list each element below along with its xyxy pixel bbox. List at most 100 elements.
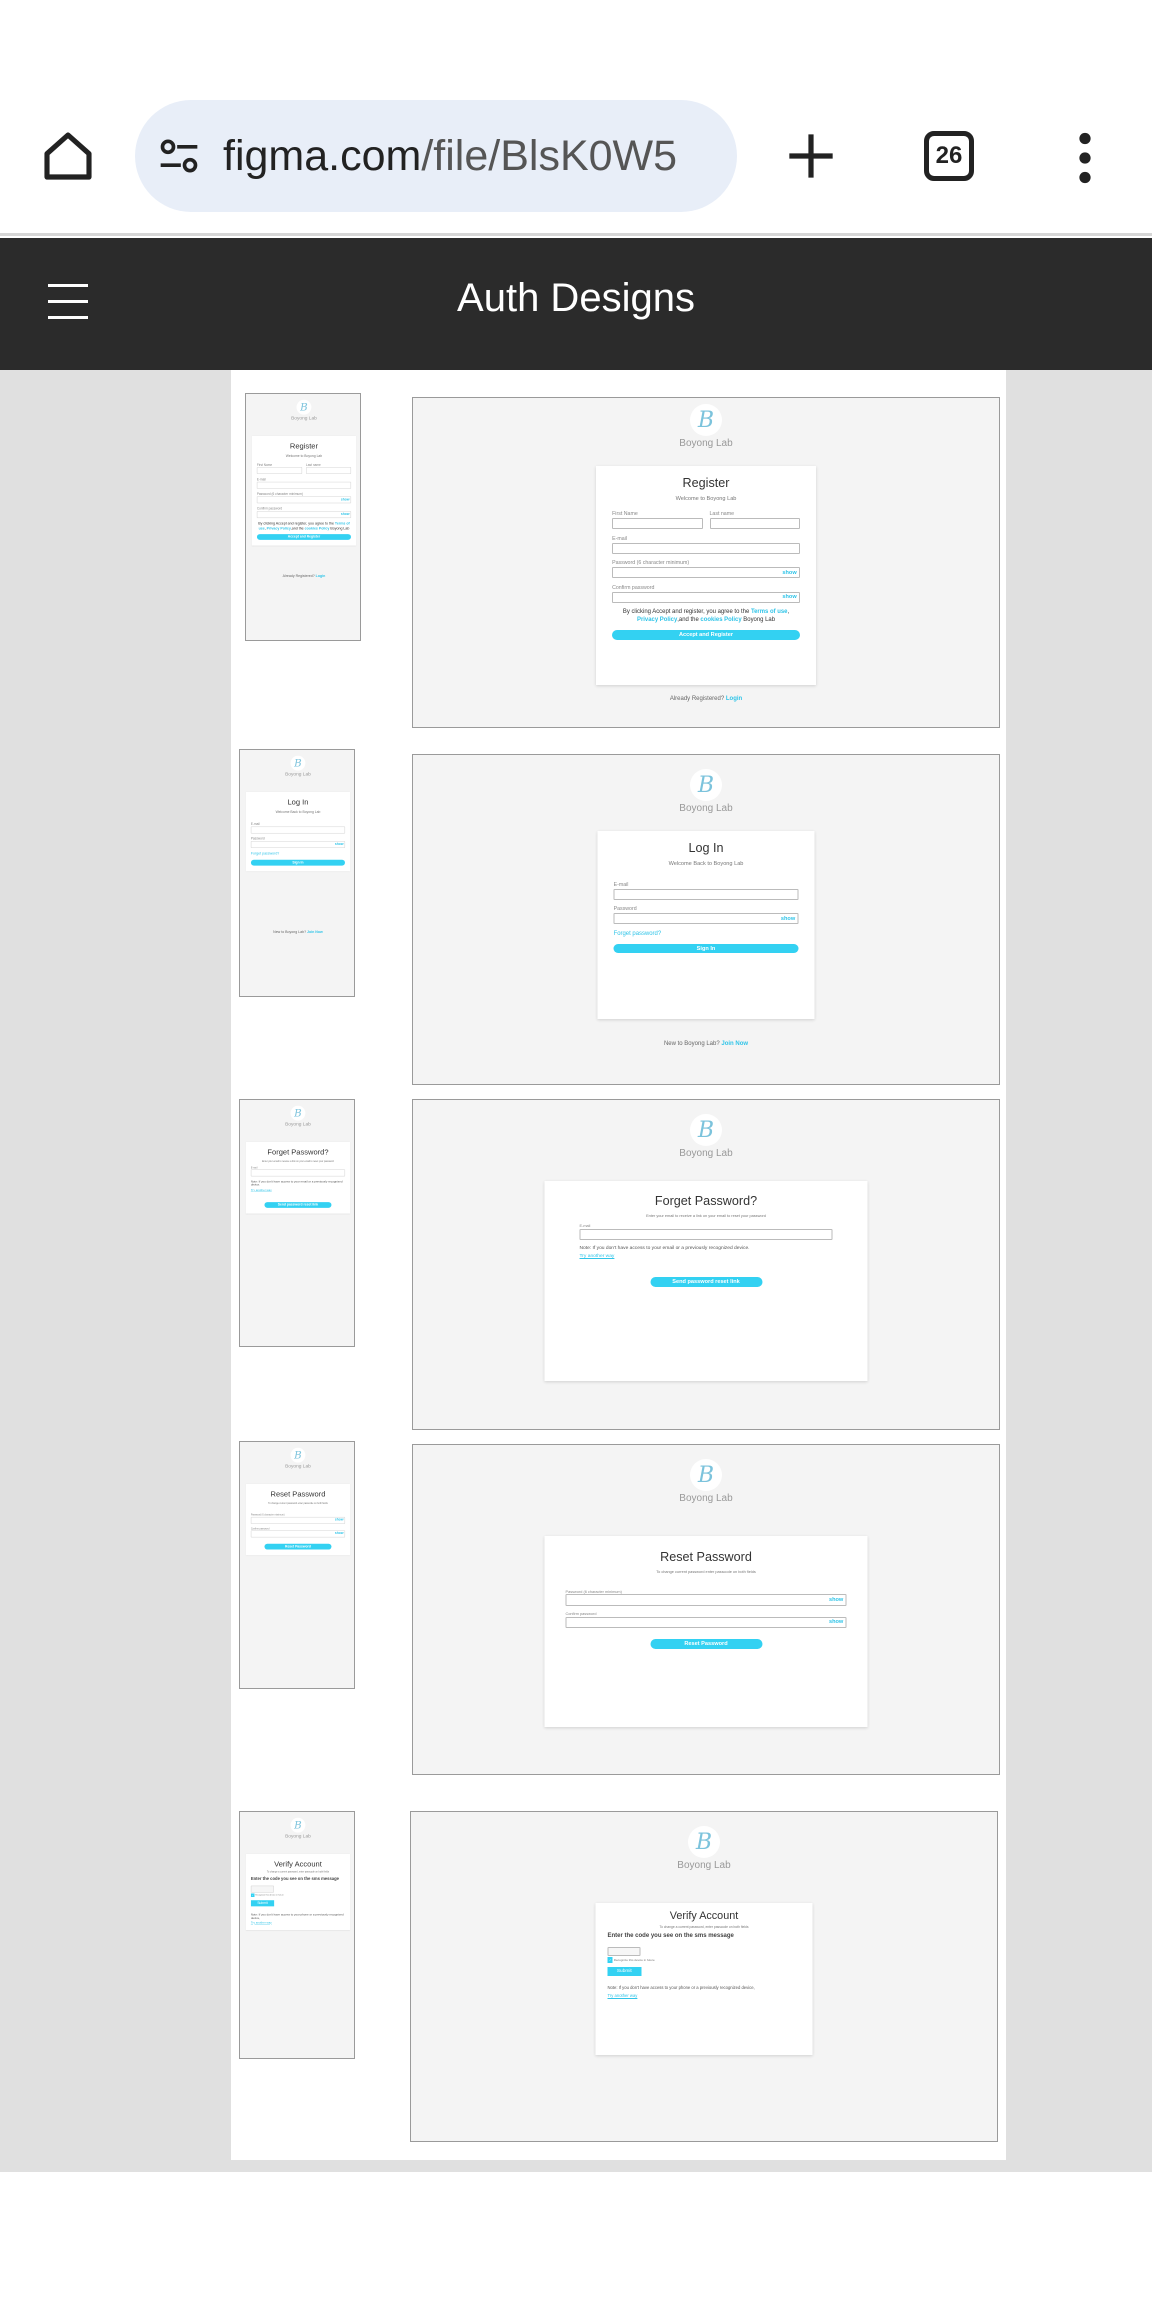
frame-verify-desktop[interactable]: B Boyong Lab Verify Account To change a c… xyxy=(410,1811,998,2142)
cookies-link[interactable]: cookies Policy xyxy=(700,617,741,623)
new-tab-icon[interactable] xyxy=(785,130,837,182)
checkbox-checked-icon[interactable]: ✓ xyxy=(250,1893,255,1898)
card-subtitle: Welcome Back to Boyong Lab xyxy=(275,810,321,814)
sign-in-button[interactable]: Sign In xyxy=(613,943,799,954)
brand-name: Boyong Lab xyxy=(285,1121,311,1127)
join-link[interactable]: Join Now xyxy=(307,930,323,934)
brand-name: Boyong Lab xyxy=(677,1860,731,1871)
checkbox-checked-icon[interactable]: ✓ xyxy=(607,1957,613,1963)
try-another-way-link[interactable]: Try another way xyxy=(251,1921,345,1924)
frame-login-mobile[interactable]: B Boyong Lab Log In Welcome Back to Boyon… xyxy=(239,749,355,997)
email-input[interactable] xyxy=(250,826,346,834)
sms-code-input[interactable] xyxy=(607,1946,641,1957)
show-password-toggle[interactable]: show xyxy=(829,1597,843,1603)
password-input[interactable]: show xyxy=(613,913,799,925)
mobile-artboard: B Boyong Lab Verify Account To change a c… xyxy=(240,1812,354,2058)
confirm-password-input[interactable]: show xyxy=(565,1616,847,1628)
card-subtitle: To change a current password, enter pass… xyxy=(659,1925,749,1930)
try-another-way-link[interactable]: Try another way xyxy=(580,1254,833,1259)
password-input[interactable]: show xyxy=(250,841,346,848)
frame-register-mobile[interactable]: B Boyong Lab Register Welcome to Boyong L… xyxy=(245,393,361,641)
confirm-password-input[interactable]: show xyxy=(256,511,352,518)
email-input[interactable] xyxy=(250,1169,346,1177)
more-menu-icon[interactable] xyxy=(1074,132,1096,184)
send-reset-link-button[interactable]: Send password reset link xyxy=(650,1277,762,1287)
tab-switcher-button[interactable]: 26 xyxy=(924,131,974,181)
frame-login-desktop[interactable]: B Boyong Lab Log In Welcome Back to Boyon… xyxy=(412,754,1000,1085)
brand: B Boyong Lab xyxy=(413,404,999,449)
join-prompt: New to Boyong Lab? Join Now xyxy=(273,930,323,935)
privacy-link[interactable]: Privacy Policy xyxy=(637,617,677,623)
submit-button[interactable]: Submit xyxy=(607,1967,642,1976)
confirm-password-input[interactable]: show xyxy=(612,591,800,603)
reset-card: Reset Password To change current passwor… xyxy=(245,1483,351,1556)
show-password-toggle[interactable]: show xyxy=(335,1518,344,1522)
mobile-artboard: B Boyong Lab Log In Welcome Back to Boyon… xyxy=(240,750,354,996)
last-name-input[interactable] xyxy=(709,518,800,530)
card-title: Reset Password xyxy=(660,1550,752,1564)
frame-reset-mobile[interactable]: B Boyong Lab Reset Password To change cur… xyxy=(239,1441,355,1689)
card-title: Log In xyxy=(287,797,309,807)
password-input[interactable]: show xyxy=(256,496,352,504)
url-bar[interactable]: figma.com/file/BlsK0W5 xyxy=(135,100,737,212)
accept-register-button[interactable]: Accept and Register xyxy=(612,629,800,640)
show-password-toggle[interactable]: show xyxy=(341,512,350,516)
forgot-password-link[interactable]: Forget password? xyxy=(251,852,345,856)
logo-icon: B xyxy=(296,399,312,415)
accept-register-button[interactable]: Accept and Register xyxy=(256,534,352,540)
logo-icon: B xyxy=(690,769,722,801)
try-another-way-link[interactable]: Try another way xyxy=(608,1993,801,1998)
forgot-password-link[interactable]: Forget password? xyxy=(614,931,799,937)
frame-forgot-desktop[interactable]: B Boyong Lab Forget Password? Enter your … xyxy=(412,1099,1000,1430)
send-reset-link-button[interactable]: Send password reset link xyxy=(264,1202,332,1208)
show-password-toggle[interactable]: show xyxy=(782,594,796,600)
terms-link[interactable]: Terms of use xyxy=(751,609,788,615)
first-name-input[interactable] xyxy=(612,518,703,530)
login-link[interactable]: Login xyxy=(316,574,326,578)
sms-code-heading: Enter the code you see on the sms messag… xyxy=(250,1876,339,1881)
first-name-input[interactable] xyxy=(256,467,302,474)
email-input[interactable] xyxy=(256,481,352,489)
remember-device-checkbox[interactable]: ✓ Recognize this device in future xyxy=(607,1957,801,1963)
frame-verify-mobile[interactable]: B Boyong Lab Verify Account To change a c… xyxy=(239,1811,355,2059)
last-name-input[interactable] xyxy=(306,467,352,474)
email-input[interactable] xyxy=(579,1228,833,1240)
site-settings-icon[interactable] xyxy=(157,134,201,178)
frame-forgot-mobile[interactable]: B Boyong Lab Forget Password? Enter your … xyxy=(239,1099,355,1347)
show-password-toggle[interactable]: show xyxy=(782,570,796,576)
try-another-way-link[interactable]: Try another way xyxy=(251,1188,345,1191)
password-label: Password (6 character minimum) xyxy=(612,560,690,567)
reset-password-button[interactable]: Reset Password xyxy=(264,1543,332,1550)
show-password-toggle[interactable]: show xyxy=(829,1619,843,1625)
sms-code-input[interactable] xyxy=(250,1885,274,1893)
show-password-toggle[interactable]: show xyxy=(781,916,795,922)
password-input[interactable]: show xyxy=(565,1594,847,1606)
logo-icon: B xyxy=(688,1826,720,1858)
first-name-label: First Name xyxy=(612,511,638,518)
join-link[interactable]: Join Now xyxy=(721,1041,748,1047)
show-password-toggle[interactable]: show xyxy=(341,498,350,502)
note-text: Note: If you don't have access to your e… xyxy=(579,1246,750,1252)
show-password-toggle[interactable]: show xyxy=(335,842,344,846)
remember-device-checkbox[interactable]: ✓ Recognize this device in future xyxy=(250,1893,345,1898)
email-input[interactable] xyxy=(612,542,800,554)
brand: B Boyong Lab xyxy=(240,755,354,777)
reset-password-button[interactable]: Reset Password xyxy=(650,1639,762,1649)
submit-button[interactable]: Submit xyxy=(250,1900,275,1907)
brand: B Boyong Lab xyxy=(240,1817,354,1839)
privacy-link[interactable]: Privacy Policy xyxy=(267,527,291,531)
sign-in-button[interactable]: Sign In xyxy=(250,859,346,866)
card-subtitle: To change a current password, enter pass… xyxy=(266,1870,330,1874)
confirm-password-input[interactable]: show xyxy=(250,1530,346,1538)
first-name-label: First Name xyxy=(256,463,273,467)
cookies-link[interactable]: cookies Policy xyxy=(305,527,330,531)
password-input[interactable]: show xyxy=(612,567,800,579)
password-input[interactable]: show xyxy=(250,1516,346,1524)
mobile-artboard: B Boyong Lab Reset Password To change cur… xyxy=(240,1442,354,1688)
home-icon[interactable] xyxy=(40,128,96,184)
login-link[interactable]: Login xyxy=(726,696,742,702)
frame-reset-desktop[interactable]: B Boyong Lab Reset Password To change cur… xyxy=(412,1444,1000,1775)
frame-register-desktop[interactable]: B Boyong Lab Register Welcome to Boyong L… xyxy=(412,397,1000,728)
show-password-toggle[interactable]: show xyxy=(335,1532,344,1536)
email-input[interactable] xyxy=(613,888,799,900)
